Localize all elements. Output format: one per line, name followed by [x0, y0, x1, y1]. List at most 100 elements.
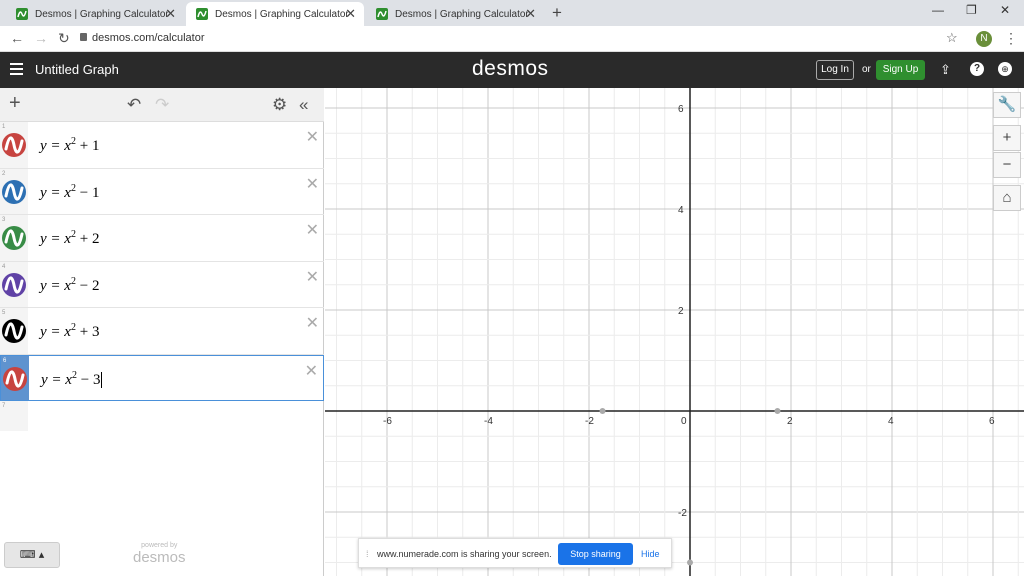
- x-tick-label: 0: [681, 416, 687, 427]
- x-tick-label: 6: [989, 416, 995, 427]
- expression-index: 7: [2, 403, 6, 409]
- add-item-plus-icon[interactable]: +: [9, 92, 21, 115]
- address-bar: ← → ↻ desmos.com/calculator ☆ N ⋮: [0, 26, 1024, 52]
- math-constant: 3: [91, 324, 100, 340]
- expression-math[interactable]: y = x2 + 2: [40, 229, 99, 248]
- math-lhs: y: [40, 277, 47, 294]
- expression-gutter[interactable]: 1: [0, 122, 28, 168]
- expression-index: 2: [2, 170, 6, 177]
- expression-row[interactable]: 5 y = x2 + 3 ✕: [0, 308, 324, 355]
- math-operator: −: [79, 277, 89, 294]
- hide-banner-link[interactable]: Hide: [641, 549, 660, 559]
- math-operator: +: [79, 324, 89, 340]
- zoom-in-button[interactable]: +: [993, 125, 1021, 151]
- home-zoom-icon[interactable]: ⌂: [993, 185, 1021, 211]
- drag-grip-icon[interactable]: ⁞: [366, 549, 369, 559]
- restore-icon[interactable]: ❐: [966, 3, 977, 17]
- math-constant: 2: [91, 231, 100, 247]
- undo-icon[interactable]: ↶: [127, 95, 141, 115]
- desmos-favicon-icon: [376, 8, 388, 20]
- expression-math[interactable]: y = x2 − 3: [41, 370, 103, 389]
- lock-icon: [80, 33, 87, 41]
- browser-menu-icon[interactable]: ⋮: [1004, 30, 1018, 47]
- zoom-out-button[interactable]: −: [993, 152, 1021, 178]
- expression-row[interactable]: 3 y = x2 + 2 ✕: [0, 215, 324, 262]
- profile-avatar[interactable]: N: [976, 31, 992, 47]
- delete-expression-icon[interactable]: ✕: [306, 313, 319, 333]
- graph-title[interactable]: Untitled Graph: [35, 62, 119, 77]
- graph-svg[interactable]: -6 -4 -2 0 2 4 6 6 4 2 -2: [285, 6, 1024, 576]
- bookmark-star-icon[interactable]: ☆: [946, 30, 958, 46]
- graph-settings-wrench-icon[interactable]: 🔧: [993, 92, 1021, 118]
- expression-panel: + ↶ ↷ ⚙ « 1y = x2 + 1 ✕ 2 y = x2 − 1 ✕ 3 y = x…: [0, 88, 324, 576]
- hamburger-menu-icon[interactable]: [10, 63, 23, 75]
- minimize-icon[interactable]: —: [932, 3, 944, 17]
- delete-expression-icon[interactable]: ✕: [306, 220, 319, 240]
- graph-visibility-toggle-icon[interactable]: [2, 133, 26, 157]
- math-exponent: 2: [70, 182, 76, 194]
- tab-title: Desmos | Graphing Calculator: [395, 8, 529, 20]
- signup-button[interactable]: Sign Up: [876, 60, 925, 80]
- collapse-panel-icon[interactable]: «: [299, 95, 308, 115]
- graph-visibility-toggle-icon[interactable]: [2, 319, 26, 343]
- expression-math[interactable]: y = x2 − 2: [40, 276, 99, 295]
- graph-visibility-toggle-icon[interactable]: [2, 272, 26, 297]
- graph-canvas[interactable]: -6 -4 -2 0 2 4 6 6 4 2 -2 🔧 + − ⌂: [285, 6, 1024, 576]
- expression-index: 3: [2, 217, 6, 223]
- expression-row[interactable]: 1 y = x2 + 1 ✕: [0, 122, 324, 169]
- math-constant: 1: [91, 184, 100, 201]
- settings-gear-icon[interactable]: ⚙: [272, 95, 287, 115]
- login-button[interactable]: Log In: [816, 60, 854, 80]
- graph-visibility-toggle-icon[interactable]: [2, 226, 26, 250]
- math-exponent: 2: [70, 322, 76, 333]
- new-tab-plus-icon[interactable]: +: [552, 3, 562, 23]
- expression-math[interactable]: y = x2 + 3: [40, 322, 99, 341]
- graph-visibility-toggle-icon[interactable]: [3, 366, 27, 391]
- browser-tab-active[interactable]: Desmos | Graphing Calculator ✕: [186, 2, 364, 26]
- expression-index: 6: [3, 357, 7, 364]
- redo-icon[interactable]: ↷: [155, 95, 169, 115]
- delete-expression-icon[interactable]: ✕: [305, 361, 318, 381]
- url-field[interactable]: desmos.com/calculator: [92, 32, 205, 44]
- math-operator: +: [79, 231, 89, 247]
- tab-close-icon[interactable]: ✕: [165, 6, 176, 22]
- empty-expression-row[interactable]: 7: [0, 401, 324, 431]
- expression-row[interactable]: 6 y = x2 − 3 ✕: [0, 354, 324, 401]
- browser-tab[interactable]: Desmos | Graphing Calculator ✕: [6, 2, 184, 26]
- expression-math[interactable]: y = x2 + 1: [40, 136, 99, 155]
- stop-sharing-button[interactable]: Stop sharing: [558, 543, 633, 565]
- tab-close-icon[interactable]: ✕: [525, 6, 536, 22]
- powered-by-label: powered by: [141, 542, 178, 549]
- back-arrow-icon[interactable]: ←: [10, 30, 24, 46]
- graph-visibility-toggle-icon[interactable]: [2, 179, 26, 204]
- expression-gutter[interactable]: 5: [0, 308, 28, 354]
- desmos-favicon-icon: [16, 8, 28, 20]
- expression-gutter[interactable]: 6: [1, 355, 29, 400]
- delete-expression-icon[interactable]: ✕: [306, 127, 319, 147]
- browser-tab[interactable]: Desmos | Graphing Calculator ✕: [366, 2, 544, 26]
- tab-close-icon[interactable]: ✕: [345, 6, 356, 22]
- language-globe-icon[interactable]: ⊕: [998, 62, 1012, 76]
- expression-gutter[interactable]: 4: [0, 261, 28, 307]
- text-cursor: [101, 371, 103, 388]
- expression-row[interactable]: 4 y = x2 − 2 ✕: [0, 261, 324, 308]
- math-lhs: y: [40, 138, 47, 154]
- expression-gutter[interactable]: 3: [0, 215, 28, 261]
- expression-gutter[interactable]: 2: [0, 168, 28, 214]
- x-tick-label: -2: [585, 416, 594, 427]
- help-icon[interactable]: ?: [970, 62, 984, 76]
- expression-toolbar: + ↶ ↷ ⚙ «: [0, 88, 324, 122]
- math-lhs: y: [40, 324, 47, 340]
- expression-math[interactable]: y = x2 − 1: [40, 183, 99, 202]
- reload-icon[interactable]: ↻: [58, 30, 70, 47]
- keyboard-toggle-button[interactable]: ⌨ ▴: [4, 542, 60, 568]
- expression-row[interactable]: 2y = x2 − 1 ✕: [0, 168, 324, 215]
- forward-arrow-icon[interactable]: →: [34, 30, 48, 46]
- x-intercept-point: [774, 408, 781, 414]
- delete-expression-icon[interactable]: ✕: [306, 174, 319, 194]
- tab-title: Desmos | Graphing Calculator: [215, 8, 349, 20]
- window-close-icon[interactable]: ✕: [1000, 3, 1010, 17]
- math-operator: −: [79, 184, 89, 201]
- share-icon[interactable]: ⇪: [940, 62, 951, 78]
- delete-expression-icon[interactable]: ✕: [306, 267, 319, 287]
